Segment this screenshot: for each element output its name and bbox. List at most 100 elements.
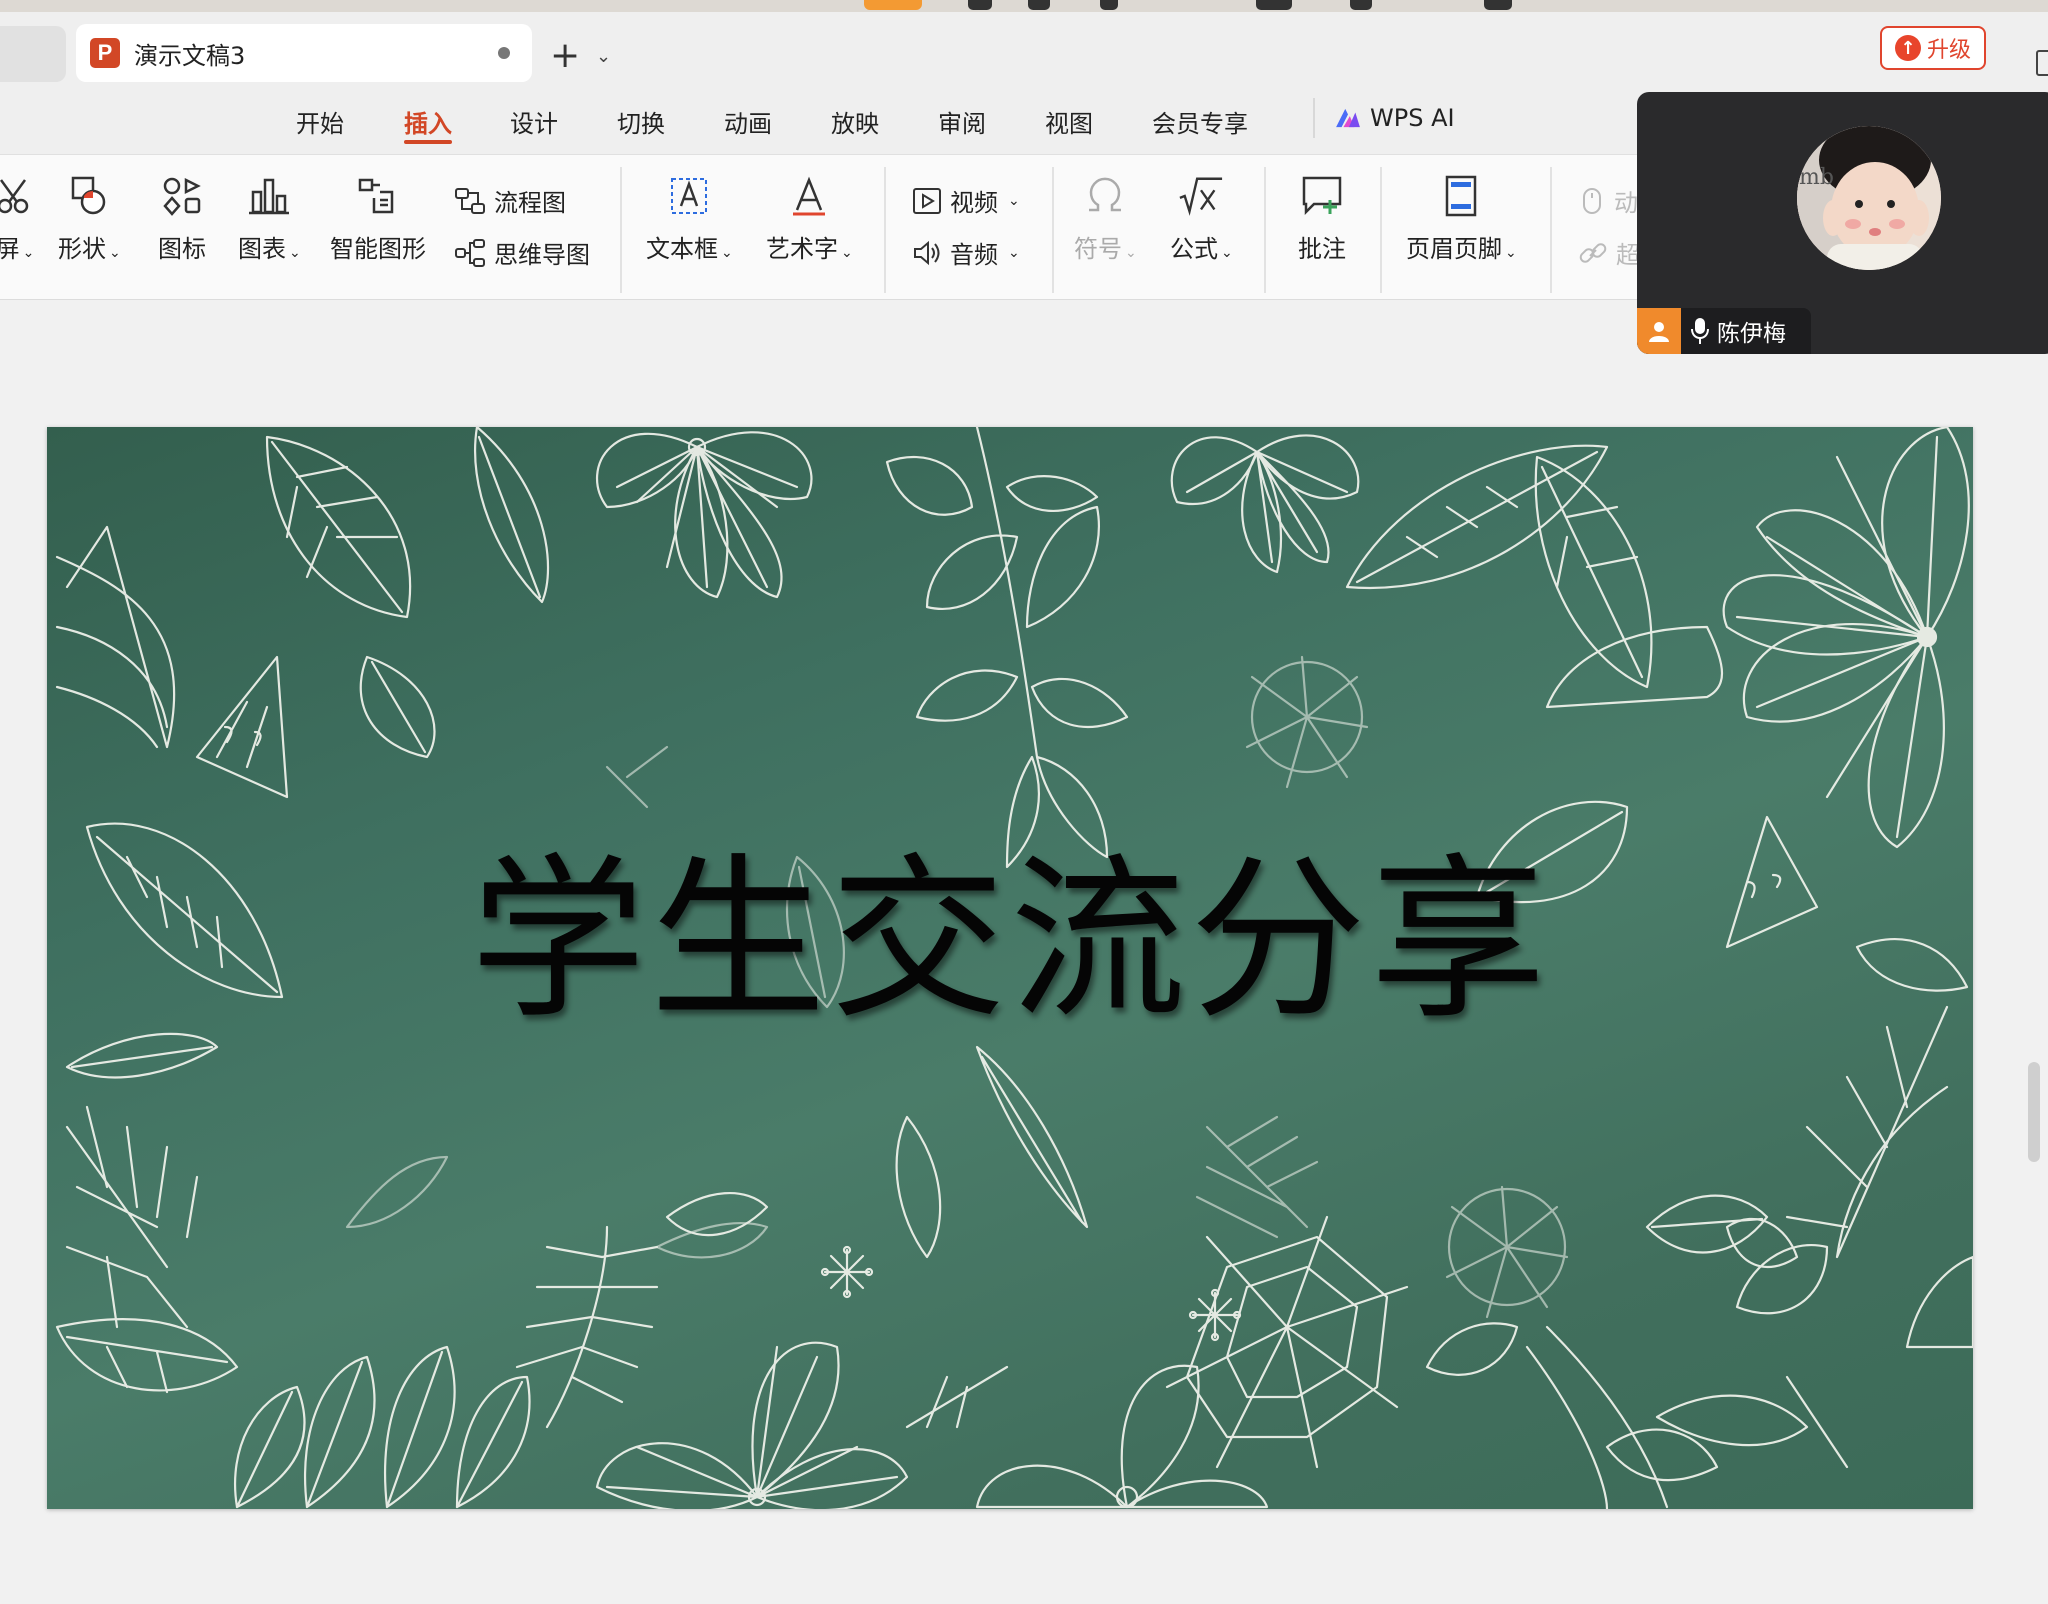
svg-text:mb: mb [1799,165,1834,190]
chevron-down-icon: ⌄ [841,245,853,261]
document-tab[interactable]: P 演示文稿3 [76,24,532,82]
tab-member[interactable]: 会员专享 [1152,104,1248,139]
tab-start[interactable]: 开始 [296,104,344,139]
shape-icon [66,173,112,219]
menu-divider [1313,98,1315,138]
vertical-scrollbar[interactable] [2028,1062,2040,1162]
upgrade-button[interactable]: ↑ 升级 [1880,26,1986,70]
strip-mark [968,0,992,10]
strip-mark [1028,0,1050,10]
unsaved-dot-icon[interactable] [498,47,510,59]
chevron-down-icon: ⌄ [1125,245,1137,261]
new-tab-plus-icon[interactable]: + [550,38,580,74]
hyperlink-button[interactable]: 超 [1578,235,1640,270]
chevron-down-icon: ⌄ [109,245,121,261]
screenshot-label: 屏 [0,235,20,263]
ribbon-divider [1052,167,1054,293]
symbol-button[interactable]: 符号 ⌄ [1074,173,1137,264]
header-footer-label: 页眉页脚 [1406,235,1502,263]
wordart-icon [786,173,832,219]
strip-mark [1256,0,1292,10]
microphone-icon[interactable] [1691,317,1709,345]
tab-transitions[interactable]: 切换 [617,104,665,139]
comment-label: 批注 [1298,235,1346,263]
chevron-down-icon: ⌄ [1221,245,1233,261]
mindmap-button[interactable]: 思维导图 [454,235,590,270]
smart-art-label: 智能图形 [330,235,426,263]
tab-bar: P 演示文稿3 + ⌄ ↑ 升级 [0,12,2048,94]
chevron-down-icon: ⌄ [1505,245,1517,261]
header-footer-icon [1438,173,1484,219]
previous-tab[interactable] [0,26,66,82]
participant-avatar: mb [1797,126,1941,270]
orange-indicator [864,0,922,10]
tab-view[interactable]: 视图 [1045,104,1093,139]
header-footer-button[interactable]: 页眉页脚 ⌄ [1406,173,1517,264]
icons-button[interactable]: 图标 [158,173,206,264]
audio-label: 音频 [950,241,998,269]
textbox-button[interactable]: 文本框 ⌄ [646,173,733,264]
flowchart-label: 流程图 [494,189,566,217]
smart-art-button[interactable]: 智能图形 [330,173,426,264]
textbox-label: 文本框 [646,235,718,263]
strip-mark [1484,0,1512,10]
wps-ai-logo-icon [1336,108,1360,128]
active-tab-underline [404,140,452,144]
chevron-down-icon: ⌄ [1008,244,1020,261]
chevron-down-icon: ⌄ [1008,192,1020,209]
smart-art-icon [355,173,401,219]
wordart-label: 艺术字 [766,235,838,263]
upgrade-arrow-icon: ↑ [1894,35,1921,61]
slide-title[interactable]: 学生交流分享 [47,797,1973,1052]
ribbon-divider [1380,167,1382,293]
mindmap-icon [455,238,485,267]
shape-button[interactable]: 形状 ⌄ [58,173,121,264]
formula-label: 公式 [1170,235,1218,263]
video-button[interactable]: 视频 ⌄ [912,183,1020,218]
symbol-label: 符号 [1074,235,1122,263]
comment-button[interactable]: 批注 [1298,173,1346,264]
ribbon-divider [1264,167,1266,293]
speaker-icon [914,240,940,265]
chevron-down-icon: ⌄ [721,245,733,261]
chart-button[interactable]: 图表 ⌄ [238,173,301,264]
audio-button[interactable]: 音频 ⌄ [912,235,1020,270]
shape-label: 形状 [58,235,106,263]
wordart-button[interactable]: 艺术字 ⌄ [766,173,853,264]
strip-mark [1350,0,1372,10]
video-participant-card[interactable]: mb 陈伊梅 [1637,92,2048,354]
tab-list-chevron-down-icon[interactable]: ⌄ [596,46,611,67]
system-top-strip [0,0,2048,12]
icons-icon [159,173,205,219]
formula-button[interactable]: 公式 ⌄ [1170,173,1233,264]
mindmap-label: 思维导图 [494,241,590,269]
slide[interactable]: 学生交流分享 [47,427,1973,1509]
wps-ai-button[interactable]: WPS AI [1334,104,1455,132]
screenshot-button[interactable]: 屏 ⌄ [0,173,38,264]
ribbon-divider [620,167,622,293]
chart-label: 图表 [238,235,286,263]
tab-insert[interactable]: 插入 [404,104,452,139]
chevron-down-icon: ⌄ [289,245,301,261]
document-tab-title: 演示文稿3 [134,41,246,70]
icons-label: 图标 [158,235,206,263]
upgrade-label: 升级 [1926,38,1971,63]
video-label: 视频 [950,189,998,217]
tab-design[interactable]: 设计 [510,104,558,139]
action-button[interactable]: 动 [1578,183,1638,218]
window-icon[interactable] [2036,50,2048,76]
strip-mark [1100,0,1118,10]
ribbon-divider [1550,167,1552,293]
scissors-icon [0,173,38,219]
tab-slideshow[interactable]: 放映 [831,104,879,139]
add-comment-icon [1299,173,1345,219]
tab-review[interactable]: 审阅 [938,104,986,139]
tab-animations[interactable]: 动画 [724,104,772,139]
bar-chart-icon [246,173,292,219]
mouse-icon [1583,187,1601,214]
flowchart-button[interactable]: 流程图 [454,183,566,218]
presentation-icon: P [90,38,120,68]
person-icon [1637,308,1681,354]
link-icon [1579,242,1607,263]
wps-ai-label: WPS AI [1370,104,1455,132]
